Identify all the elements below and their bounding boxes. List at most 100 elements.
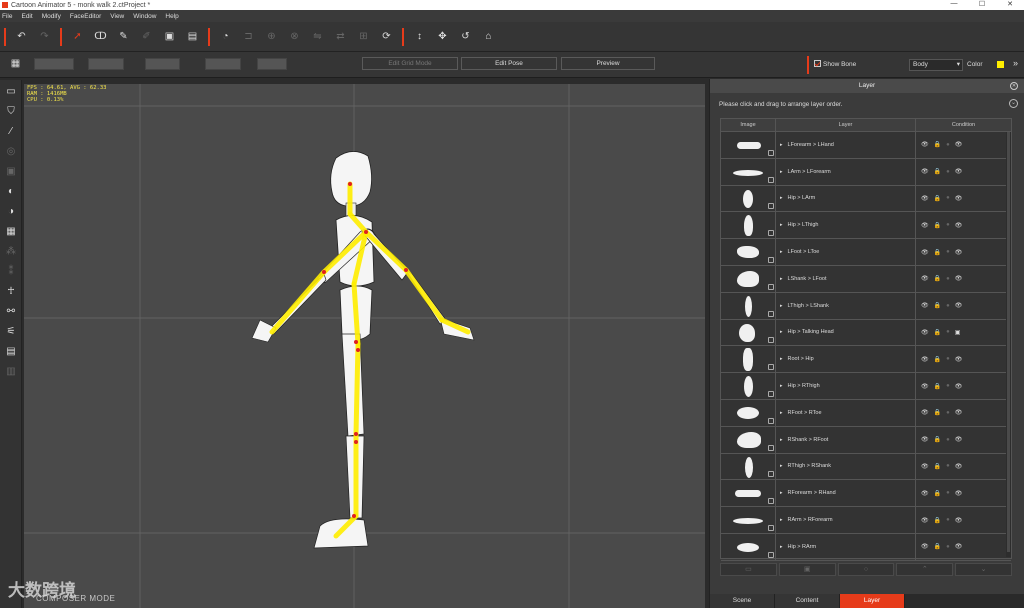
- bone-joint[interactable]: [322, 270, 326, 274]
- menu-faceeditor[interactable]: FaceEditor: [70, 13, 101, 20]
- edit-pose-button[interactable]: Edit Pose: [461, 57, 557, 70]
- visibility-icon[interactable]: 👁: [955, 356, 963, 363]
- lasso-icon[interactable]: ↀ: [94, 30, 107, 43]
- script-icon[interactable]: ▤: [0, 342, 22, 360]
- redo-icon[interactable]: ↷: [38, 30, 51, 43]
- visibility-icon[interactable]: 👁: [955, 195, 963, 202]
- lock-icon[interactable]: 🔒: [934, 222, 941, 229]
- maximize-button[interactable]: ☐: [968, 0, 996, 8]
- timeline-icon[interactable]: ▦: [0, 222, 22, 240]
- bone-joint[interactable]: [354, 340, 358, 344]
- visibility-icon[interactable]: 👁: [955, 275, 963, 282]
- visibility-icon[interactable]: 👁: [955, 409, 963, 416]
- eye-icon[interactable]: 👁: [921, 195, 929, 202]
- character-icon[interactable]: ☥: [0, 282, 22, 300]
- visibility-icon[interactable]: 👁: [955, 302, 963, 309]
- menu-help[interactable]: Help: [165, 13, 178, 20]
- body-select[interactable]: Body: [909, 59, 963, 71]
- layer-name-cell[interactable]: ▸ LArm > LForearm: [776, 158, 916, 185]
- layer-name-cell[interactable]: ▸ Root > Hip: [776, 346, 916, 373]
- sprite-icon[interactable]: [768, 390, 774, 397]
- lock-icon[interactable]: 🔒: [934, 543, 941, 550]
- show-bone-checkbox[interactable]: Show Bone: [814, 60, 856, 68]
- layer-name-cell[interactable]: ▸ RThigh > RShank: [776, 453, 916, 480]
- bone-joint[interactable]: [352, 514, 356, 518]
- sprite-icon[interactable]: [768, 310, 774, 317]
- sprite-icon[interactable]: [768, 203, 774, 210]
- face-icon[interactable]: ◑: [0, 202, 22, 220]
- expand-arrow-icon[interactable]: ▸: [780, 517, 783, 523]
- group-icon[interactable]: ⊞: [357, 30, 370, 43]
- ruler-icon[interactable]: ⚟: [0, 322, 22, 340]
- panel-close-icon[interactable]: ✕: [1010, 82, 1018, 90]
- visibility-icon[interactable]: 👁: [955, 383, 963, 390]
- visibility-icon[interactable]: 👁: [955, 168, 963, 175]
- menu-view[interactable]: View: [110, 13, 124, 20]
- lock-icon[interactable]: 🔒: [934, 517, 941, 524]
- eye-icon[interactable]: 👁: [921, 463, 929, 470]
- visibility-icon[interactable]: 👁: [955, 436, 963, 443]
- lock-icon[interactable]: 🔒: [934, 302, 941, 309]
- expand-arrow-icon[interactable]: ▸: [780, 303, 783, 309]
- bone[interactable]: [403, 267, 445, 323]
- menu-file[interactable]: File: [2, 13, 12, 20]
- visibility-icon[interactable]: 👁: [955, 490, 963, 497]
- attach-icon[interactable]: ⊕: [265, 30, 278, 43]
- sprite-icon[interactable]: [768, 256, 774, 263]
- eye-icon[interactable]: 👁: [921, 168, 929, 175]
- move-vertical-icon[interactable]: ↕: [413, 30, 426, 43]
- dot-icon[interactable]: ●: [946, 383, 950, 389]
- sprite-icon[interactable]: [768, 498, 774, 505]
- tab-content[interactable]: Content: [775, 594, 840, 608]
- home-icon[interactable]: ⌂: [482, 30, 495, 43]
- expand-arrow-icon[interactable]: ▸: [780, 222, 783, 228]
- eye-icon[interactable]: 👁: [921, 383, 929, 390]
- eye-icon[interactable]: 👁: [921, 275, 929, 282]
- eye-icon[interactable]: 👁: [921, 249, 929, 256]
- stage-icon[interactable]: ▭: [0, 82, 22, 100]
- spring-icon[interactable]: ◔: [219, 30, 232, 43]
- expand-arrow-icon[interactable]: ▸: [780, 169, 783, 175]
- bone-edit-icon[interactable]: ✎: [117, 30, 130, 43]
- sprite-icon[interactable]: [768, 176, 774, 183]
- lock-icon[interactable]: 🔒: [934, 409, 941, 416]
- lock-icon[interactable]: 🔒: [934, 490, 941, 497]
- layer-name-cell[interactable]: ▸ RShank > RFoot: [776, 426, 916, 453]
- collapse-icon[interactable]: ⌄: [1009, 99, 1018, 108]
- expand-arrow-icon[interactable]: ▸: [780, 356, 783, 362]
- sprite-icon[interactable]: [768, 524, 774, 531]
- dot-icon[interactable]: ●: [946, 222, 950, 228]
- dot-icon[interactable]: ●: [946, 437, 950, 443]
- dot-icon[interactable]: ●: [946, 142, 950, 148]
- expand-arrow-icon[interactable]: ▸: [780, 437, 783, 443]
- eye-icon[interactable]: 👁: [921, 222, 929, 229]
- menu-window[interactable]: Window: [133, 13, 156, 20]
- tab-scene[interactable]: Scene: [710, 594, 775, 608]
- layer-row[interactable]: ▸ Root > Hip 👁 🔒 ● 👁: [721, 346, 1011, 374]
- visibility-icon[interactable]: 👁: [955, 517, 963, 524]
- panel-scrollbar[interactable]: [1006, 132, 1011, 557]
- layer-name-cell[interactable]: ▸ LShank > LFoot: [776, 265, 916, 292]
- eye-icon[interactable]: 👁: [921, 141, 929, 148]
- render-icon[interactable]: ▥: [0, 362, 22, 380]
- layer-row[interactable]: ▸ RForearm > RHand 👁 🔒 ● 👁: [721, 480, 1011, 508]
- layer-name-cell[interactable]: ▸ RForearm > RHand: [776, 480, 916, 507]
- eye-icon[interactable]: 👁: [921, 517, 929, 524]
- field-width[interactable]: [145, 58, 180, 70]
- detach-icon[interactable]: ⊗: [288, 30, 301, 43]
- mask-icon[interactable]: ▣: [163, 30, 176, 43]
- tab-layer[interactable]: Layer: [840, 594, 905, 608]
- lock-icon[interactable]: 🔒: [934, 329, 941, 336]
- bone-joint[interactable]: [354, 440, 358, 444]
- layer-name-cell[interactable]: ▸ Hip > RThigh: [776, 373, 916, 399]
- dot-icon[interactable]: ●: [946, 276, 950, 282]
- dot-icon[interactable]: ●: [946, 249, 950, 255]
- eye-icon[interactable]: 👁: [921, 543, 929, 550]
- bone-joint[interactable]: [356, 348, 360, 352]
- expand-arrow-icon[interactable]: ▸: [780, 410, 783, 416]
- bone[interactable]: [353, 341, 361, 437]
- layer-row[interactable]: ▸ LShank > LFoot 👁 🔒 ● 👁: [721, 265, 1011, 293]
- reset-layer-button[interactable]: ○: [837, 563, 895, 576]
- eye-icon[interactable]: 👁: [921, 409, 929, 416]
- draw-icon[interactable]: ⁄: [0, 122, 22, 140]
